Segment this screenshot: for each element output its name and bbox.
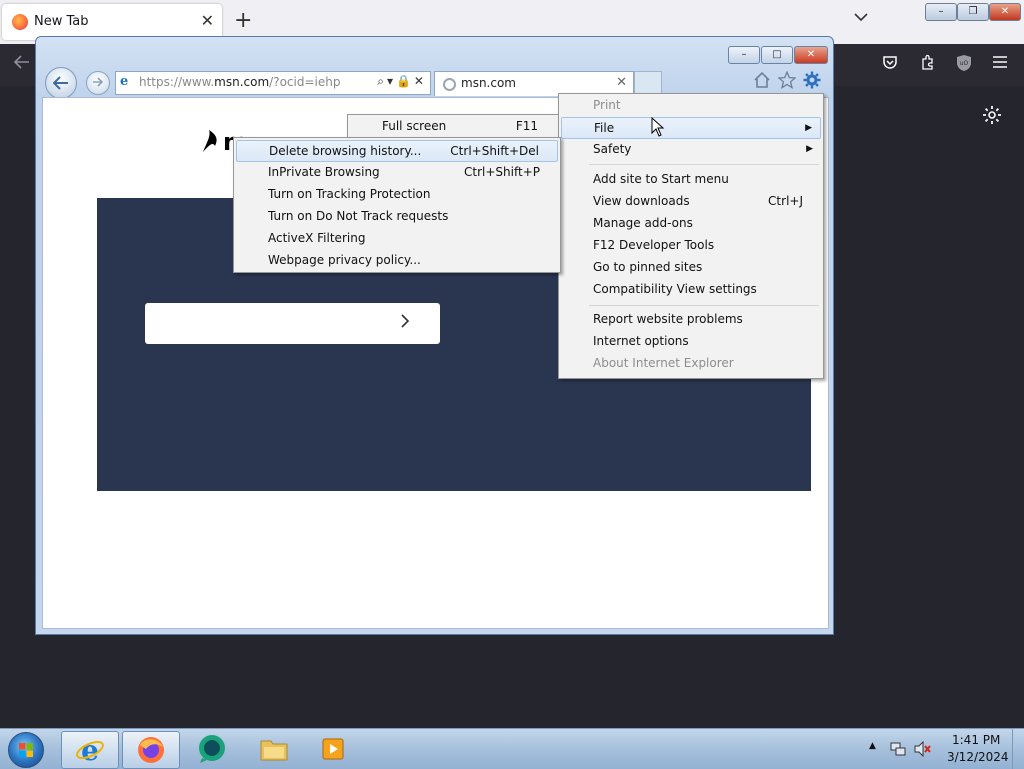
menu-item-privacy-policy[interactable]: Webpage privacy policy... [236,250,558,272]
start-button[interactable] [8,732,44,768]
submenu-arrow-icon: ▶ [805,123,812,133]
show-hidden-icons-button[interactable]: ▲ [869,741,876,751]
network-icon[interactable] [890,741,906,757]
forward-button[interactable] [86,71,110,95]
back-button[interactable] [45,67,77,99]
clock-time[interactable]: 1:41 PM [952,733,1000,747]
menu-item-activex-filtering[interactable]: ActiveX Filtering [236,228,558,250]
home-icon[interactable] [753,71,771,94]
taskbar: e ▲ 1:41 PM 3/12/2024 [0,728,1024,769]
address-url[interactable]: https://www.msn.com/?ocid=iehp [139,75,340,89]
menu-item-about-ie[interactable]: About Internet Explorer [561,353,821,375]
gear-icon[interactable] [982,105,1002,130]
chat-bubble-icon [199,735,225,763]
menu-separator [589,305,819,306]
pocket-icon[interactable] [880,54,900,74]
menu-item-manage-addons[interactable]: Manage add-ons [561,213,821,235]
menu-item-file[interactable]: File ▶ [561,117,821,139]
show-desktop-button[interactable] [1012,729,1024,769]
menu-item-f12-tools[interactable]: F12 Developer Tools [561,235,821,257]
firefox-tab-title: New Tab [34,14,89,29]
taskbar-chat-app[interactable] [184,731,240,767]
back-arrow-icon[interactable] [12,54,32,74]
menu-item-delete-history[interactable]: Delete browsing history... Ctrl+Shift+De… [236,140,558,162]
taskbar-media-player[interactable] [306,731,362,767]
address-tools[interactable]: ⌕▾🔒✕ [377,74,427,89]
volume-muted-icon[interactable] [914,741,932,757]
menu-item-compat-view[interactable]: Compatibility View settings [561,279,821,301]
taskbar-firefox[interactable] [122,731,180,769]
extensions-icon[interactable] [918,54,938,74]
ublock-shield-icon[interactable]: uO [954,54,974,74]
tools-gear-icon[interactable] [803,71,821,94]
submenu-arrow-icon: ▶ [806,144,813,154]
ie-close-button[interactable]: ✕ [794,46,828,64]
firefox-close-button[interactable]: ✕ [989,3,1021,21]
ie-maximize-button[interactable]: □ [761,46,793,64]
close-icon[interactable]: ✕ [616,75,627,90]
svg-text:e: e [81,735,99,765]
menu-item-internet-options[interactable]: Internet options [561,331,821,353]
firefox-restore-button[interactable]: ❐ [957,3,989,21]
windows-logo-icon [19,743,33,757]
address-bar[interactable]: e https://www.msn.com/?ocid=iehp ⌕▾🔒✕ [115,71,431,95]
safety-submenu: Delete browsing history... Ctrl+Shift+De… [233,137,561,273]
tools-menu: Print File ▶ Safety ▶ Add site to Start … [558,93,824,379]
chevron-down-icon[interactable] [854,10,868,26]
menu-separator [589,164,819,165]
ie-new-tab-button[interactable] [634,71,662,94]
ie-page-icon: e [120,74,129,89]
svg-text:uO: uO [960,60,969,67]
menu-item-full-screen[interactable]: Full screen F11 [350,116,556,138]
menu-item-report-problems[interactable]: Report website problems [561,309,821,331]
menu-item-view-downloads[interactable]: View downloads Ctrl+J [561,191,821,213]
menu-item-safety[interactable]: Safety ▶ [561,139,821,161]
media-player-icon [322,738,344,760]
close-icon[interactable]: ✕ [201,11,214,30]
chevron-right-icon[interactable] [400,313,410,333]
menu-item-add-site-to-start[interactable]: Add site to Start menu [561,169,821,191]
new-tab-button[interactable]: + [234,8,252,34]
ie-tab-title: msn.com [461,76,516,90]
favorites-star-icon[interactable] [777,70,797,94]
folder-icon [260,740,288,761]
firefox-icon [12,14,28,30]
menu-item-pinned-sites[interactable]: Go to pinned sites [561,257,821,279]
ie-minimize-button[interactable]: – [728,46,760,64]
mouse-cursor-icon [651,117,665,137]
internet-explorer-icon: e [76,735,104,765]
menu-item-print[interactable]: Print [561,95,821,117]
firefox-tab-new-tab[interactable]: New Tab ✕ [2,4,222,40]
firefox-icon [138,737,164,763]
menu-item-tracking-protection[interactable]: Turn on Tracking Protection [236,184,558,206]
msn-search-box[interactable] [145,303,440,344]
loading-icon [443,78,456,91]
taskbar-file-explorer[interactable] [246,731,302,767]
firefox-minimize-button[interactable]: – [925,3,957,21]
taskbar-internet-explorer[interactable]: e [61,731,119,769]
menu-item-do-not-track[interactable]: Turn on Do Not Track requests [236,206,558,228]
hamburger-menu-icon[interactable] [990,54,1010,74]
clock-date[interactable]: 3/12/2024 [947,750,1009,764]
menu-item-inprivate[interactable]: InPrivate Browsing Ctrl+Shift+P [236,162,558,184]
